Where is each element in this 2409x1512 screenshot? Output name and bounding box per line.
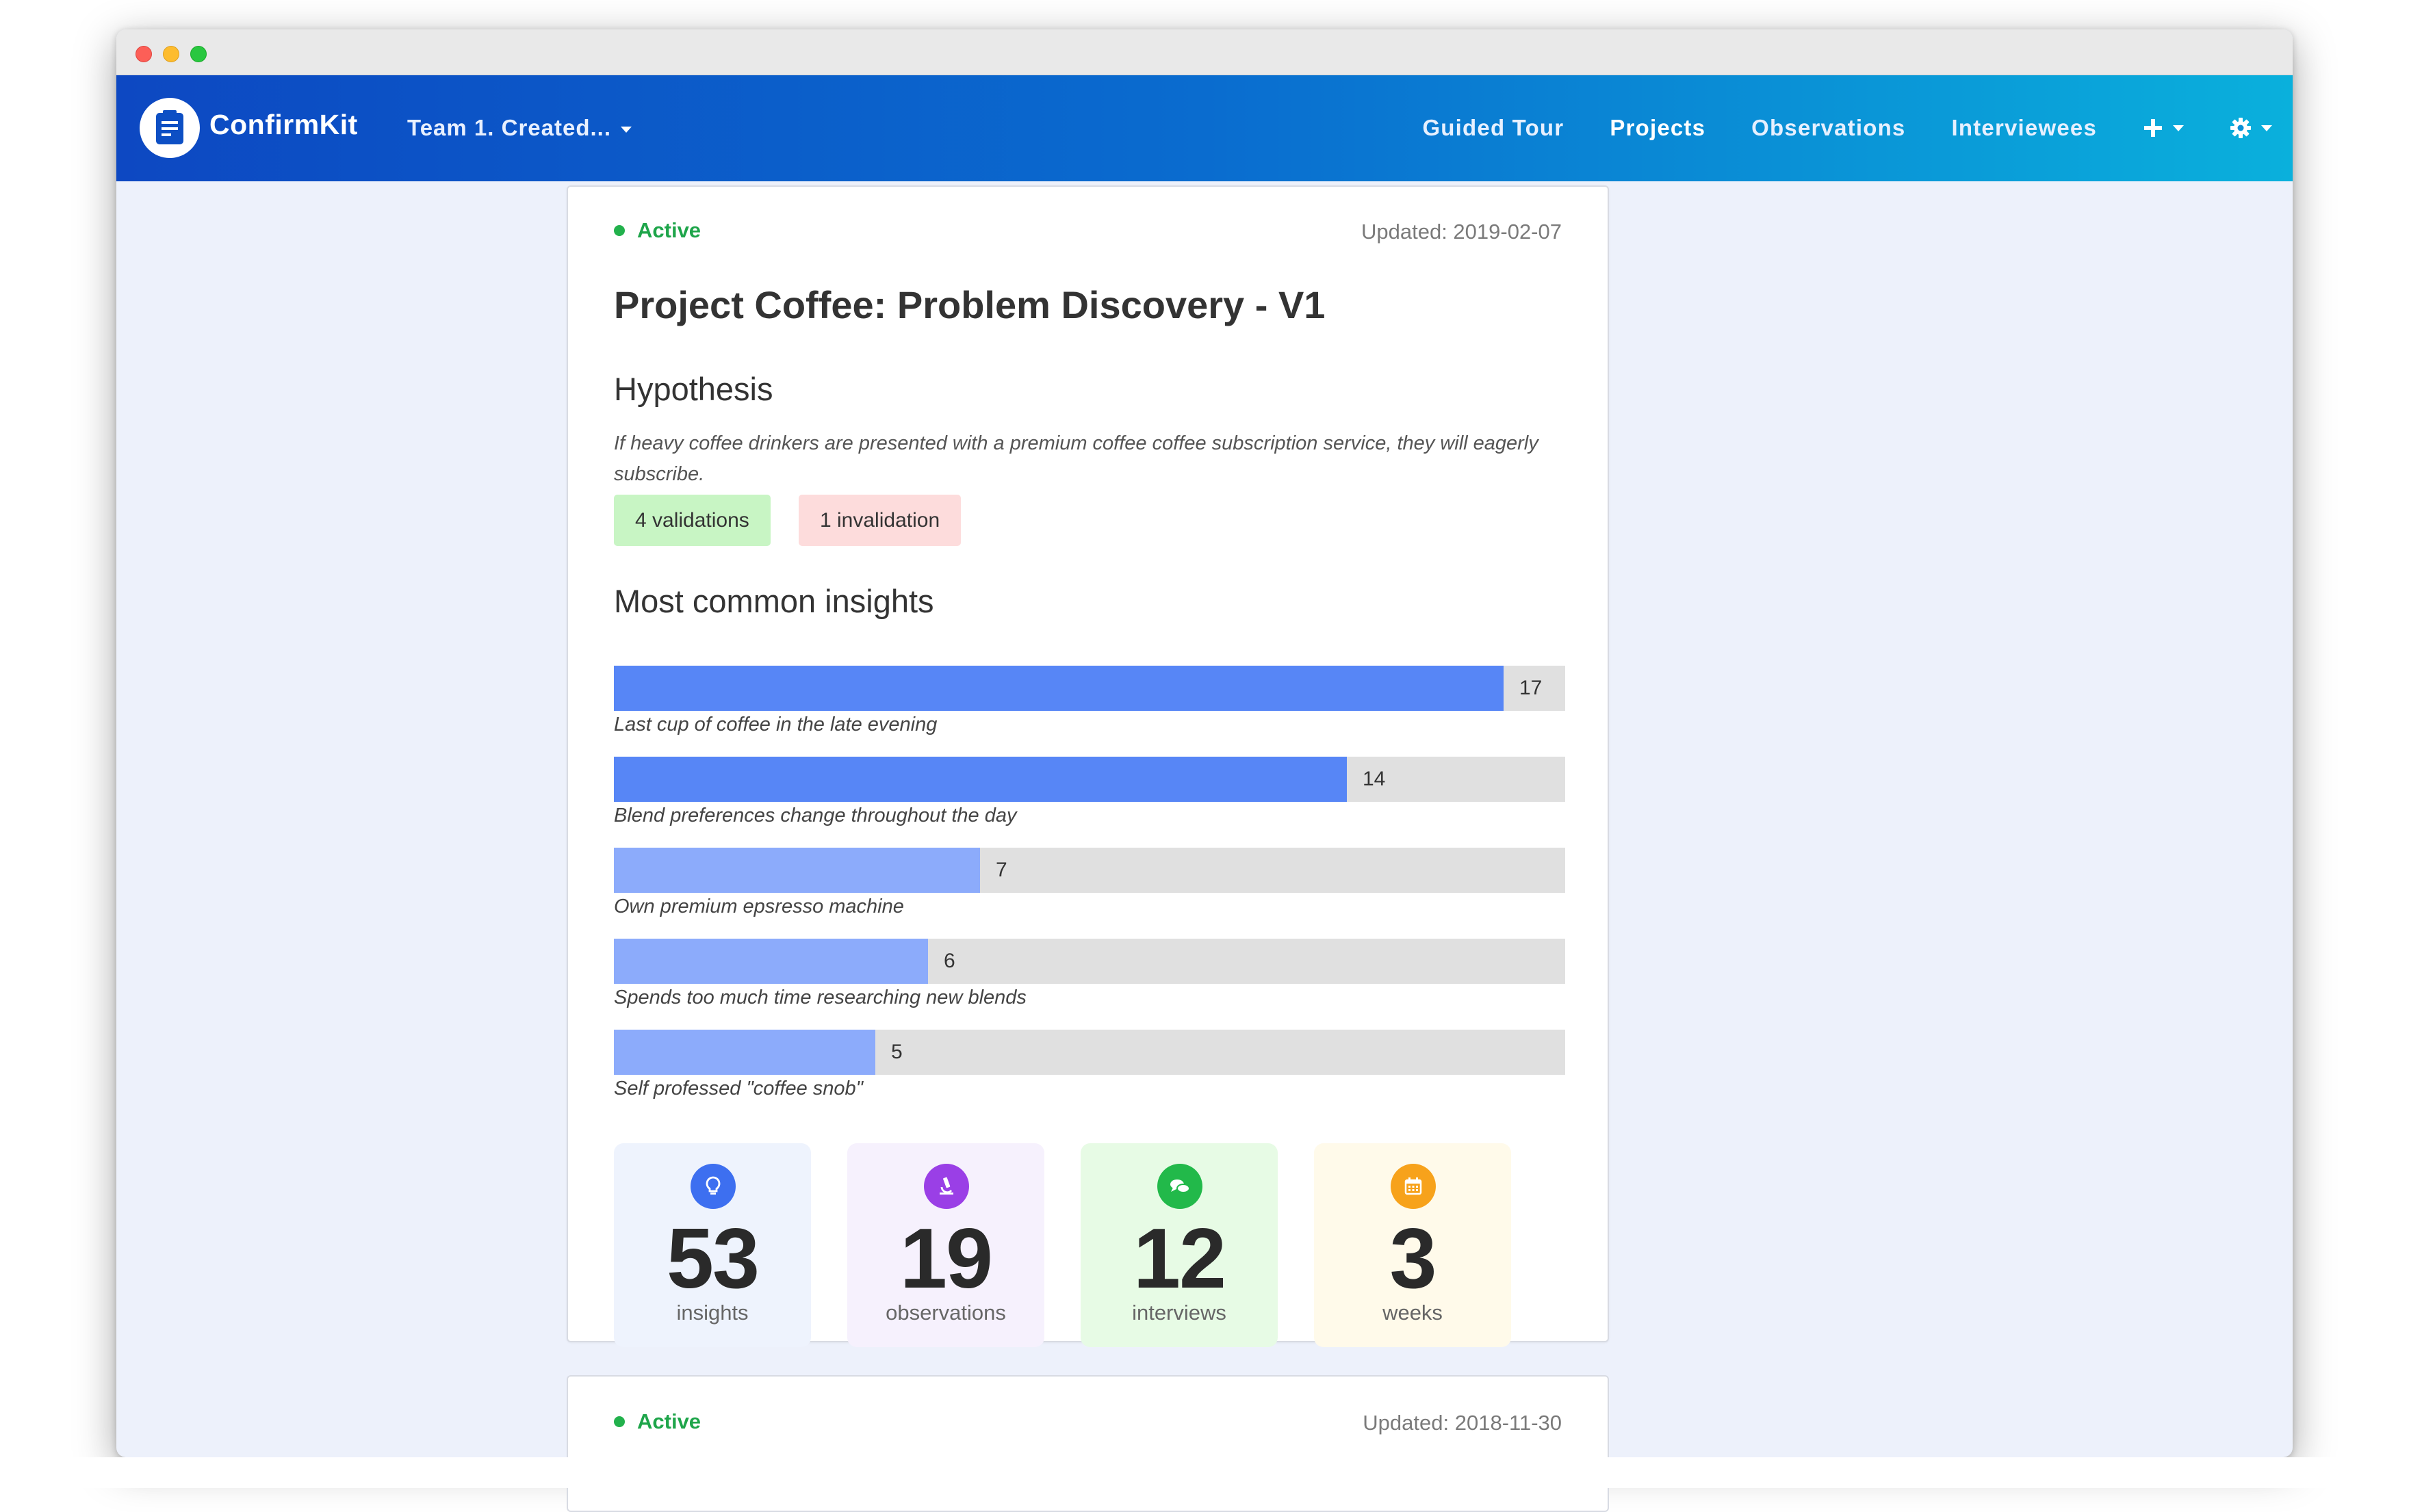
- insight-bar-track: [614, 666, 1565, 711]
- insight-bar-fill: [614, 757, 1347, 802]
- chat-bubbles-icon: [1157, 1164, 1202, 1209]
- project-title[interactable]: Project Coffee: Problem Discovery - V1: [614, 283, 1325, 327]
- insight-bar-fill: [614, 1030, 875, 1075]
- team-selector-label: Team 1. Created...: [407, 115, 612, 140]
- nav-guided-tour[interactable]: Guided Tour: [1422, 115, 1564, 141]
- window-close-button[interactable]: [136, 46, 152, 62]
- settings-menu-button[interactable]: [2230, 117, 2272, 139]
- window-minimize-button[interactable]: [163, 46, 179, 62]
- stat-interviews-number: 12: [1133, 1212, 1226, 1306]
- top-navbar: ConfirmKit Team 1. Created... Guided Tou…: [116, 75, 2293, 181]
- insight-label: Own premium epsresso machine: [614, 896, 904, 917]
- updated-date: Updated: 2019-02-07: [1361, 220, 1562, 244]
- window-titlebar: [116, 29, 2293, 75]
- stat-observations[interactable]: 19 observations: [847, 1143, 1044, 1347]
- page-bottom-margin: [0, 1457, 2409, 1488]
- project-card[interactable]: Active Updated: 2019-02-07 Project Coffe…: [567, 185, 1609, 1347]
- insight-row[interactable]: 6 Spends too much time researching new bl…: [614, 939, 1565, 1030]
- insight-label: Spends too much time researching new ble…: [614, 987, 1027, 1008]
- stat-insights[interactable]: 53 insights: [614, 1143, 811, 1347]
- insight-row[interactable]: 14 Blend preferences change throughout th…: [614, 757, 1565, 848]
- gear-icon: [2230, 118, 2251, 138]
- chevron-down-icon: [621, 126, 632, 133]
- plus-icon: [2144, 119, 2162, 137]
- insight-row[interactable]: 5 Self professed "coffee snob": [614, 1030, 1565, 1121]
- hypothesis-heading: Hypothesis: [614, 371, 773, 407]
- insight-bar-fill: [614, 939, 928, 984]
- chevron-down-icon: [2261, 125, 2272, 131]
- insight-bar-track: [614, 757, 1565, 802]
- insight-bar-track: [614, 848, 1565, 893]
- invalidations-badge[interactable]: 1 invalidation: [799, 495, 962, 546]
- insight-bar-value: 14: [1363, 768, 1386, 790]
- insight-row[interactable]: 17 Last cup of coffee in the late evening: [614, 666, 1565, 757]
- status-badge: Active: [614, 1409, 701, 1434]
- validations-badge[interactable]: 4 validations: [614, 495, 771, 546]
- insight-bar-fill: [614, 848, 980, 893]
- status-dot-icon: [614, 225, 625, 236]
- stat-insights-label: insights: [676, 1301, 749, 1325]
- stat-observations-number: 19: [900, 1212, 993, 1306]
- insight-label: Self professed "coffee snob": [614, 1078, 863, 1099]
- nav-observations[interactable]: Observations: [1751, 115, 1905, 141]
- nav-links: Guided Tour Projects Observations Interv…: [1376, 115, 2272, 141]
- team-selector[interactable]: Team 1. Created...: [407, 115, 632, 141]
- stat-weeks-label: weeks: [1382, 1301, 1443, 1325]
- insights-heading: Most common insights: [614, 583, 934, 619]
- calendar-icon: [1391, 1164, 1436, 1209]
- insight-bar-fill: [614, 666, 1504, 711]
- stat-interviews-label: interviews: [1132, 1301, 1226, 1325]
- insight-bar-value: 6: [944, 950, 955, 972]
- insight-label: Blend preferences change throughout the …: [614, 805, 1017, 826]
- microscope-icon: [924, 1164, 969, 1209]
- insight-bar-value: 17: [1519, 677, 1543, 699]
- insight-bar-value: 7: [996, 859, 1007, 881]
- project-card[interactable]: Active Updated: 2018-11-30: [567, 1375, 1609, 1512]
- nav-projects[interactable]: Projects: [1610, 115, 1705, 141]
- stat-weeks[interactable]: 3 weeks: [1314, 1143, 1511, 1347]
- status-text: Active: [637, 1409, 701, 1433]
- hypothesis-text: If heavy coffee drinkers are presented w…: [614, 432, 1538, 485]
- brand-name[interactable]: ConfirmKit: [209, 109, 358, 141]
- document-icon: [156, 110, 183, 144]
- stat-interviews[interactable]: 12 interviews: [1081, 1143, 1278, 1347]
- insight-label: Last cup of coffee in the late evening: [614, 714, 938, 735]
- status-text: Active: [637, 218, 701, 242]
- insight-row[interactable]: 7 Own premium epsresso machine: [614, 848, 1565, 939]
- nav-interviewees[interactable]: Interviewees: [1951, 115, 2097, 141]
- logo[interactable]: [140, 98, 200, 158]
- chevron-down-icon: [2173, 125, 2184, 131]
- status-dot-icon: [614, 1416, 625, 1427]
- window-maximize-button[interactable]: [190, 46, 207, 62]
- lightbulb-icon: [691, 1164, 736, 1209]
- project-stats: 53 insights 19 observations 12 interview…: [614, 1143, 1547, 1347]
- status-badge: Active: [614, 218, 701, 243]
- insight-bar-track: [614, 1030, 1565, 1075]
- stat-weeks-number: 3: [1389, 1212, 1437, 1306]
- insight-bar-track: [614, 939, 1565, 984]
- insight-bar-value: 5: [891, 1041, 903, 1063]
- stat-insights-number: 53: [667, 1212, 760, 1306]
- stat-observations-label: observations: [886, 1301, 1006, 1325]
- updated-date: Updated: 2018-11-30: [1363, 1411, 1562, 1435]
- add-menu-button[interactable]: [2143, 118, 2184, 138]
